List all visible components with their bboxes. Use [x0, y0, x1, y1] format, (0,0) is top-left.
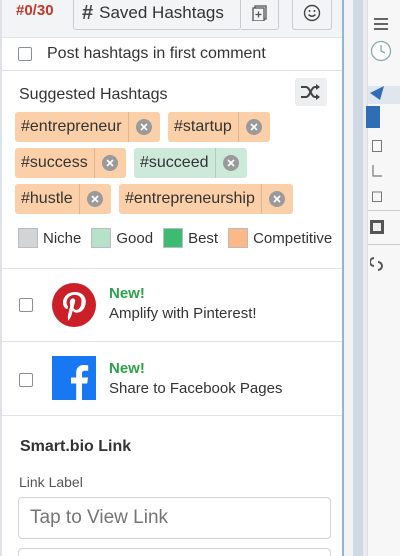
link-url-input[interactable] — [18, 548, 331, 556]
hashtag-chip[interactable]: #entrepreneurship — [119, 184, 293, 214]
pinterest-checkbox[interactable] — [19, 298, 33, 312]
link-label-caption: Link Label — [19, 474, 83, 490]
hashtag-text: #startup — [174, 118, 232, 135]
hashtag-text: #entrepreneurship — [125, 190, 255, 207]
legend-swatch — [18, 228, 38, 248]
legend-item: Best — [163, 228, 218, 248]
close-icon — [269, 191, 286, 207]
legend-swatch — [163, 228, 184, 248]
close-icon — [136, 119, 153, 135]
close-icon — [87, 191, 104, 207]
legend-label: Niche — [43, 229, 82, 247]
clock-icon — [370, 40, 392, 62]
pinterest-icon — [52, 283, 96, 327]
pinterest-promo-text: Amplify with Pinterest! — [109, 305, 257, 322]
hashtag-legend: Niche Good Best Competitive — [18, 228, 342, 248]
hashtag-text: #success — [21, 154, 88, 171]
shuffle-button[interactable] — [295, 78, 327, 106]
right-pane-menu — [366, 0, 400, 556]
hashtag-chip[interactable]: #hustle — [15, 184, 111, 214]
suggested-hashtags-title: Suggested Hashtags — [19, 86, 168, 103]
hashtag-text: #hustle — [21, 190, 73, 207]
legend-label: Good — [116, 229, 154, 247]
legend-label: Competitive — [253, 229, 333, 247]
divider — [2, 415, 342, 416]
link-icon[interactable] — [370, 256, 384, 272]
right-pane-strip — [353, 0, 363, 556]
legend-item: Competitive — [228, 228, 332, 248]
shuffle-icon — [301, 84, 320, 100]
legend-swatch — [228, 228, 249, 248]
facebook-promo-text: Share to Facebook Pages — [109, 380, 283, 397]
pinterest-promo: New! Amplify with Pinterest! — [2, 269, 342, 341]
emoji-button[interactable] — [292, 0, 332, 30]
first-comment-label: Post hashtags in first comment — [47, 45, 266, 62]
remove-hashtag-button[interactable] — [237, 112, 270, 142]
legend-item: Niche — [18, 228, 81, 248]
right-pane — [353, 0, 400, 556]
active-tab-marker — [366, 106, 380, 128]
first-comment-row: Post hashtags in first comment — [2, 38, 342, 71]
calendar-icon[interactable] — [372, 190, 382, 202]
pinterest-new-badge: New! — [109, 285, 145, 302]
hashtag-chip[interactable]: #succeed — [134, 148, 247, 178]
facebook-checkbox[interactable] — [19, 373, 33, 387]
facebook-icon — [52, 356, 96, 400]
chart-icon[interactable] — [372, 165, 382, 177]
add-hashtag-group-button[interactable] — [241, 0, 279, 30]
close-icon — [102, 155, 119, 171]
hashtag-toolbar: #0/30 # Saved Hashtags — [2, 0, 342, 38]
smiley-icon — [303, 4, 321, 22]
remove-hashtag-button[interactable] — [214, 148, 247, 178]
hashtag-count: #0/30 — [16, 2, 54, 19]
hashtag-panel: #0/30 # Saved Hashtags Post hashtags in … — [0, 0, 344, 556]
smartbio-title: Smart.bio Link — [20, 438, 132, 455]
remove-hashtag-button[interactable] — [93, 148, 126, 178]
first-comment-checkbox[interactable] — [18, 47, 32, 61]
legend-item: Good — [91, 228, 153, 248]
legend-label: Best — [188, 229, 219, 247]
remove-hashtag-button[interactable] — [78, 184, 111, 214]
remove-hashtag-button[interactable] — [127, 112, 160, 142]
hashtag-text: #entrepreneur — [21, 118, 122, 135]
facebook-promo: New! Share to Facebook Pages — [2, 342, 342, 414]
send-icon[interactable] — [370, 86, 384, 100]
menu-icon — [374, 18, 388, 30]
divider — [368, 244, 400, 245]
saved-hashtags-button[interactable]: # Saved Hashtags — [73, 0, 241, 30]
add-file-icon — [251, 5, 267, 21]
facebook-new-badge: New! — [109, 360, 145, 377]
close-icon — [223, 155, 239, 171]
remove-hashtag-button[interactable] — [260, 184, 293, 214]
close-icon — [246, 119, 263, 135]
hash-icon: # — [82, 1, 94, 24]
saved-hashtags-label: Saved Hashtags — [99, 3, 224, 22]
hashtag-text: #succeed — [140, 154, 209, 171]
document-icon[interactable] — [372, 140, 382, 152]
hashtag-chip[interactable]: #entrepreneur — [15, 112, 160, 142]
hashtag-chip[interactable]: #startup — [168, 112, 270, 142]
legend-swatch — [91, 228, 112, 248]
divider — [368, 210, 400, 211]
hashtag-chip[interactable]: #success — [15, 148, 126, 178]
link-label-input[interactable] — [18, 497, 331, 539]
layers-icon[interactable] — [370, 220, 384, 234]
